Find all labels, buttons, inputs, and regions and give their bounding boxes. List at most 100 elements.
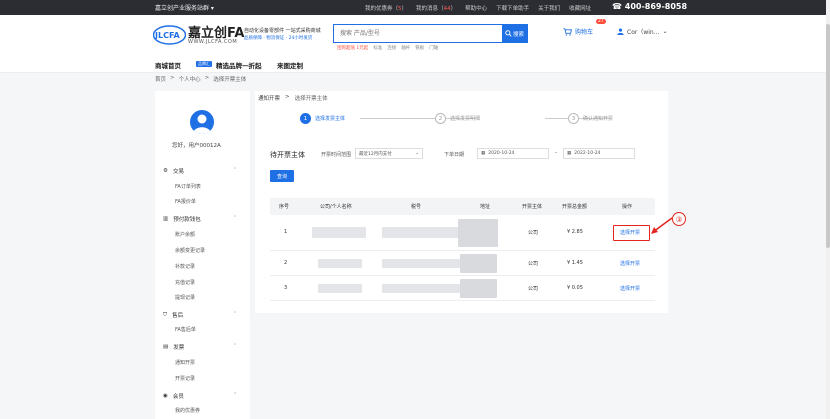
step-number: 2	[435, 113, 446, 124]
row-entity: 公司	[528, 261, 539, 267]
hotline-number: 400-869-8058	[624, 2, 688, 11]
chevron-up-icon[interactable]: ⌃	[233, 311, 237, 317]
coupon-link[interactable]: 我的优惠券（5）	[365, 4, 407, 12]
sidebar-item-coupons[interactable]: 我的优惠券	[175, 407, 200, 414]
user-menu[interactable]: Cor（win... ⌄	[617, 27, 667, 36]
step-label: 确认通知开票	[583, 116, 614, 122]
cart-button[interactable]: 购物车	[563, 27, 593, 36]
step-number: 3	[568, 113, 579, 124]
sidebar-section-wallet[interactable]: ▥ 预付款钱包	[163, 215, 201, 223]
nav-home[interactable]: 商城首页	[155, 60, 181, 70]
select-invoice-link[interactable]: 选择开票	[620, 260, 640, 267]
sidebar-item-fa-quotes[interactable]: FA报价单	[175, 198, 196, 205]
user-icon	[617, 28, 624, 35]
sidebar-section-aftersale[interactable]: ⛉ 售后	[163, 311, 184, 320]
annotation-number: ③	[672, 212, 686, 226]
sidebar-section-title: 预付款钱包	[173, 217, 201, 223]
sidebar-section-trade[interactable]: ⚙ 交易	[163, 167, 184, 175]
hot-word[interactable]: 门轴	[429, 45, 438, 51]
step-2: 2 选择发票明细	[435, 113, 480, 124]
chevron-up-icon[interactable]: ⌃	[233, 215, 237, 221]
breadcrumb-home[interactable]: 首页	[155, 75, 166, 83]
hot-word[interactable]: 连接	[387, 45, 396, 51]
slogan-sub: 品质保障 · 物流保证 · 24小时发货	[244, 36, 313, 41]
cart-icon	[563, 27, 572, 36]
sidebar-item-invoice-notify[interactable]: 通知开票	[175, 359, 195, 366]
nav-custom[interactable]: 来图定制	[277, 60, 303, 70]
cart-label: 购物车	[575, 29, 594, 36]
breadcrumb-separator: >	[204, 75, 210, 81]
th-tax-id: 税号	[411, 204, 422, 210]
sidebar-section-title: 售后	[172, 313, 184, 319]
download-link[interactable]: 下载下单助手	[496, 4, 529, 12]
main-breadcrumb-notify[interactable]: 通知开票	[258, 94, 280, 102]
sidebar-item-fa-aftersale[interactable]: FA售后单	[175, 326, 196, 333]
step-3: 3 确认通知开票	[568, 113, 613, 124]
chevron-up-icon[interactable]: ⌃	[233, 167, 237, 173]
step-number: 1	[300, 113, 311, 124]
search-button[interactable]: 搜索	[502, 25, 527, 42]
scrollbar-thumb[interactable]	[826, 24, 830, 248]
hotline: ☎ 400-869-8058	[612, 2, 688, 11]
sidebar-section-member[interactable]: ◉ 会员	[163, 392, 184, 400]
slogan: 自动化设备零部件 一站式采购商城	[244, 28, 321, 34]
highlight-box	[613, 225, 650, 241]
message-count: 44	[443, 5, 451, 12]
search-box: 搜索	[333, 24, 528, 43]
hot-word[interactable]: 轴杆	[401, 45, 410, 51]
th-name: 公司/个人名称	[320, 204, 352, 210]
date-from-value: 2020-10-24	[488, 151, 515, 156]
sidebar-item-supplement[interactable]: 补款记录	[175, 263, 195, 270]
hot-word[interactable]: 团购超值 1元起	[337, 45, 368, 51]
sidebar-item-recharge[interactable]: 充值记录	[175, 279, 195, 286]
query-button[interactable]: 查询	[270, 170, 294, 182]
row-index: 3	[284, 285, 288, 291]
redacted-name	[312, 227, 366, 238]
redacted-tax-id	[382, 284, 468, 293]
redacted-name	[318, 259, 362, 268]
chevron-up-icon[interactable]: ⌃	[233, 392, 237, 398]
message-link[interactable]: 我的消息（44）	[416, 4, 456, 12]
select-invoice-link[interactable]: 选择开票	[620, 285, 640, 292]
main-breadcrumb-current: 选择开票主体	[294, 96, 328, 102]
order-date-label: 下单日期	[444, 152, 465, 158]
time-range-select[interactable]: 最近12月内支付 ⌄	[355, 148, 423, 159]
sidebar-section-invoice[interactable]: ▤ 发票	[163, 343, 184, 351]
hot-word[interactable]: 标准	[373, 45, 382, 51]
sidebar-item-balance-history[interactable]: 余额变更记录	[175, 247, 205, 254]
nav-brands[interactable]: 精选品牌一折起	[216, 60, 262, 70]
cart-count-badge: 27	[596, 19, 606, 24]
redacted-address	[458, 219, 498, 247]
table-row: 3 公司 ¥ 0.05 选择开票	[270, 276, 655, 301]
search-button-label: 搜索	[512, 31, 524, 38]
breadcrumb-user-center[interactable]: 个人中心	[179, 75, 201, 83]
main-breadcrumb: 通知开票 > 选择开票主体	[258, 94, 328, 102]
sidebar-item-fa-orders[interactable]: FA订单列表	[175, 183, 201, 190]
time-range-label: 开票时间范围	[321, 152, 352, 158]
hot-word[interactable]: 铁板	[415, 45, 424, 51]
sidebar-item-invoice-records[interactable]: 开票记录	[175, 375, 195, 382]
breadcrumb-separator: >	[285, 94, 290, 100]
chevron-up-icon[interactable]: ⌃	[233, 343, 237, 349]
th-address: 地址	[480, 204, 491, 210]
help-link[interactable]: 帮助中心	[465, 4, 487, 12]
brand-badge: 品牌汇	[196, 61, 212, 67]
search-input[interactable]	[334, 25, 502, 42]
time-range-value: 最近12月内支付	[359, 151, 392, 157]
main-nav: 商城首页 品牌汇 精选品牌一折起 来图定制	[0, 57, 830, 73]
city-selector[interactable]: 嘉立创产业服务站群 ▾	[155, 3, 214, 12]
about-link[interactable]: 关于我们	[538, 4, 560, 12]
date-from-input[interactable]: ▦ 2020-10-24	[477, 148, 549, 159]
breadcrumb: 首页 > 个人中心 > 选择开票主体	[155, 75, 246, 83]
avatar[interactable]	[190, 110, 214, 134]
logo-icon[interactable]: JLCFA	[152, 22, 187, 48]
row-amount: ¥ 0.05	[567, 285, 583, 291]
date-to-input[interactable]: ▦ 2022-10-24	[563, 148, 635, 159]
redacted-address	[460, 254, 497, 273]
filter-title: 待开票主体	[270, 151, 305, 159]
sidebar-item-balance[interactable]: 账户余额	[175, 231, 195, 238]
sidebar-item-withdraw[interactable]: 提现记录	[175, 294, 195, 301]
sidebar: 您好，用户00012A ⚙ 交易 ⌃ FA订单列表 FA报价单 ▥ 预付款钱包 …	[155, 91, 250, 419]
avatar-icon	[193, 114, 211, 134]
favorite-link[interactable]: 收藏网址	[569, 4, 591, 12]
